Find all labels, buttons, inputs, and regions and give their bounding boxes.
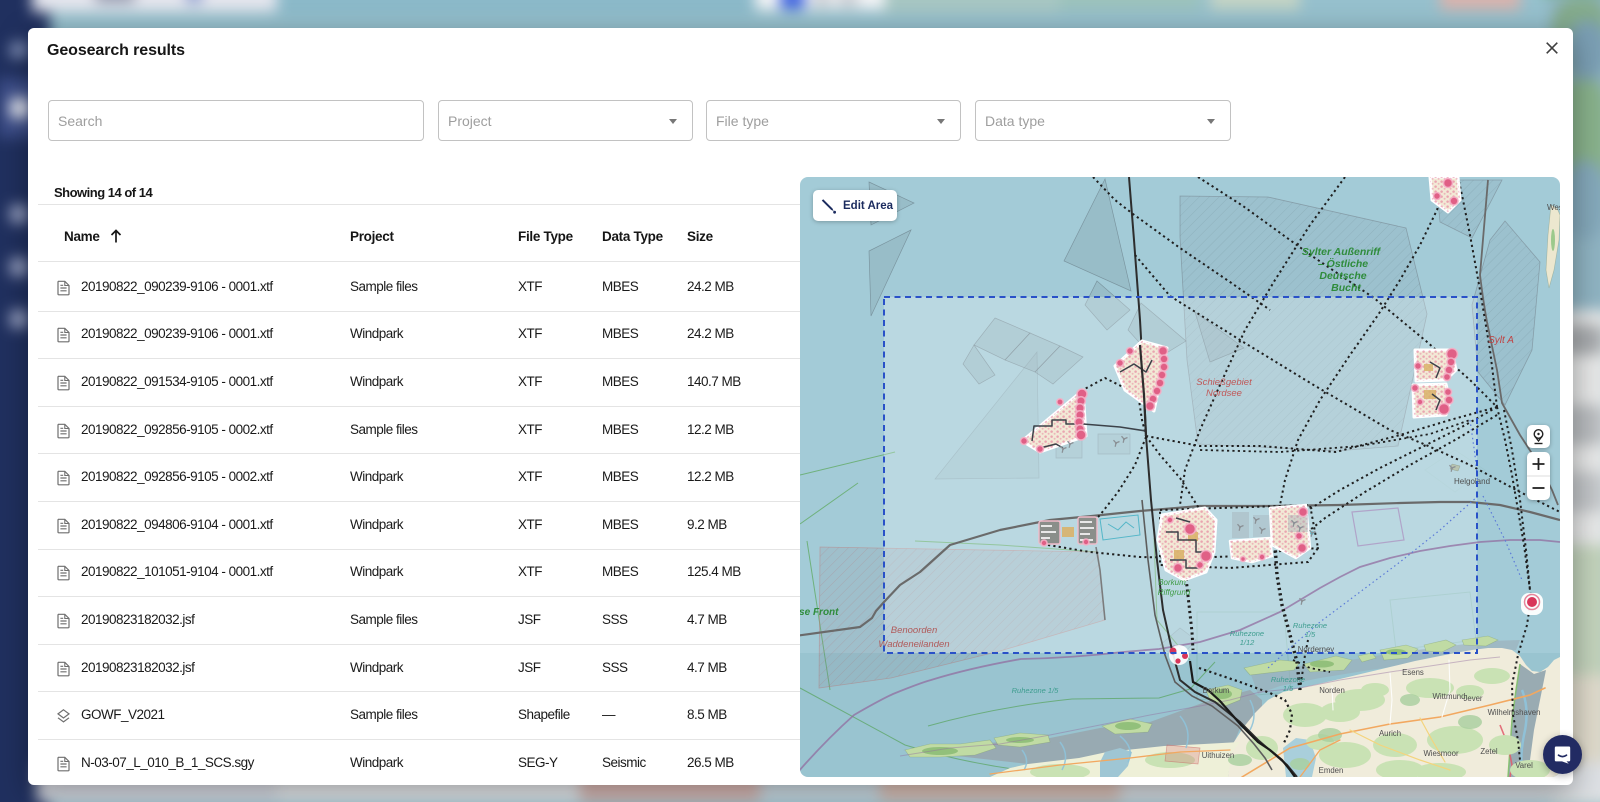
svg-text:Borkum: Borkum — [1158, 578, 1186, 587]
svg-text:Sylt A: Sylt A — [1488, 335, 1514, 346]
svg-text:Benoorden: Benoorden — [891, 625, 937, 636]
svg-text:Emden: Emden — [1319, 766, 1344, 775]
svg-text:West: West — [1547, 203, 1560, 212]
svg-text:Borkum: Borkum — [1203, 686, 1230, 695]
svg-text:Varel: Varel — [1515, 761, 1533, 770]
svg-text:Ruhezone: Ruhezone — [1293, 621, 1327, 630]
svg-text:Wiesmoor: Wiesmoor — [1423, 749, 1458, 758]
svg-text:Norden: Norden — [1319, 686, 1345, 695]
svg-text:Riffgrund: Riffgrund — [1158, 588, 1191, 597]
svg-text:Waddeneilanden: Waddeneilanden — [878, 639, 949, 650]
svg-text:Nordsee: Nordsee — [1206, 388, 1242, 399]
svg-text:1/5: 1/5 — [1283, 684, 1294, 693]
svg-text:ese Front: ese Front — [800, 607, 839, 618]
svg-text:1/5: 1/5 — [1305, 630, 1316, 639]
svg-text:Zetel: Zetel — [1480, 747, 1498, 756]
svg-text:Ruhezone 1/5: Ruhezone 1/5 — [1012, 686, 1060, 695]
svg-text:Ruhezone: Ruhezone — [1230, 629, 1264, 638]
svg-text:Esens: Esens — [1402, 668, 1424, 677]
svg-text:Bucht: Bucht — [1331, 282, 1361, 294]
svg-text:Jever: Jever — [1463, 694, 1482, 703]
svg-text:– Östliche: – Östliche — [1318, 257, 1368, 270]
svg-text:1/12: 1/12 — [1240, 638, 1255, 647]
svg-text:Deutsche: Deutsche — [1319, 270, 1366, 282]
svg-text:Sylter Außenriff: Sylter Außenriff — [1302, 246, 1382, 258]
svg-text:Aurich: Aurich — [1379, 729, 1401, 738]
svg-text:Wittmund: Wittmund — [1433, 692, 1466, 701]
svg-text:Uithuizen: Uithuizen — [1202, 751, 1235, 760]
svg-text:Wilhelmshaven: Wilhelmshaven — [1488, 708, 1541, 717]
svg-text:Ruhezone: Ruhezone — [1271, 675, 1305, 684]
svg-text:Schießgebiet: Schießgebiet — [1196, 377, 1252, 388]
svg-text:Helgoland: Helgoland — [1454, 477, 1490, 486]
